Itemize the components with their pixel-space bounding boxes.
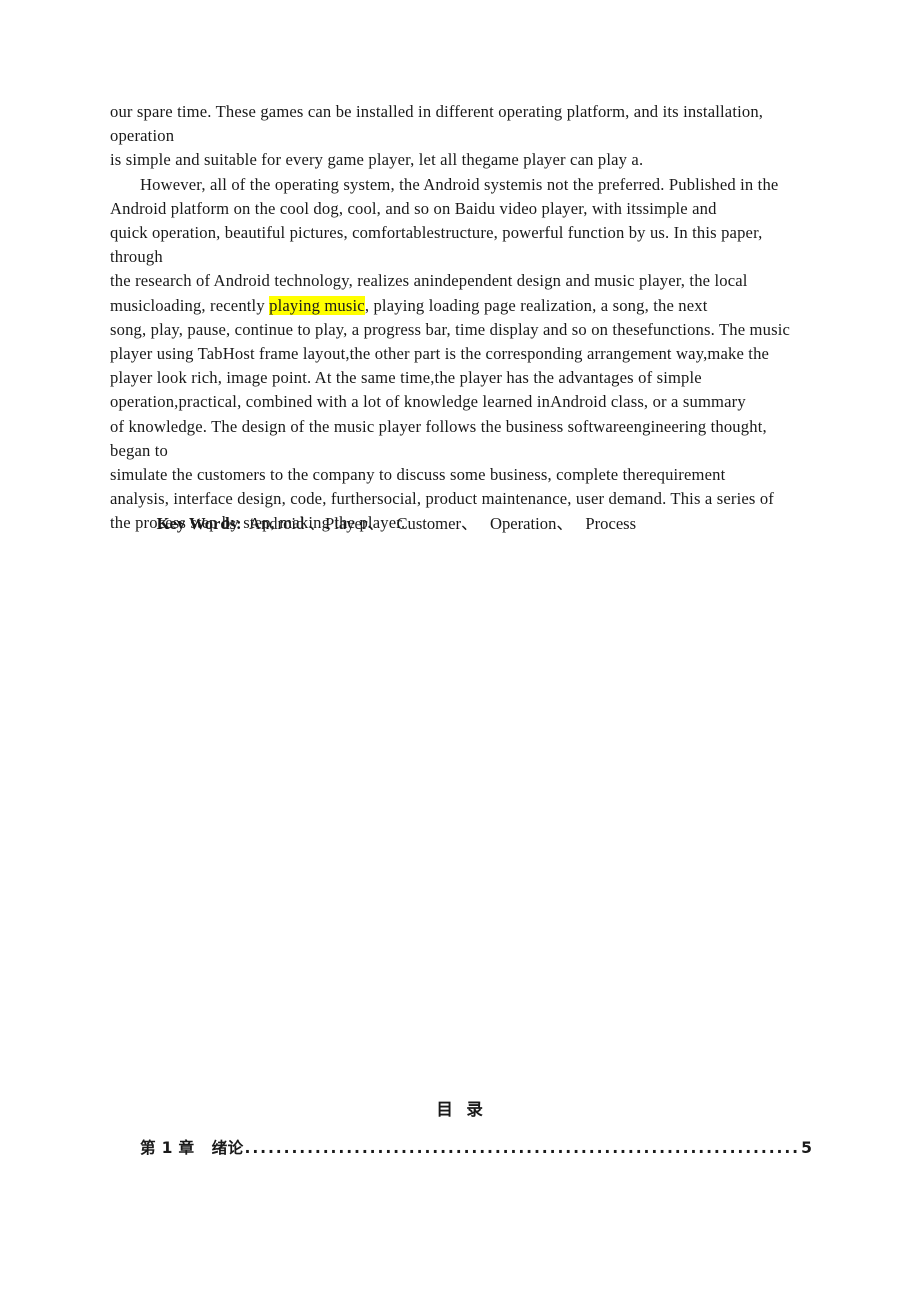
toc-entry-title: 第 1 章 绪论 — [140, 1139, 244, 1157]
abstract-line: is simple and suitable for every game pl… — [110, 148, 810, 172]
text-run: , playing loading page realization, a so… — [364, 295, 708, 315]
text-run: our spare time. These games can be insta… — [110, 102, 768, 146]
text-run: of knowledge. The design of the music pl… — [110, 416, 772, 460]
text-run: song, play, pause, continue to play, a p… — [110, 319, 791, 339]
toc-entry-page-number: 5 — [801, 1139, 812, 1157]
text-run: simulate the customers to the company to… — [110, 465, 726, 485]
toc-entry-chapter-1[interactable]: 第 1 章 绪论 ...............................… — [140, 1136, 812, 1158]
text-run: player using TabHost frame layout,the ot… — [110, 344, 770, 364]
abstract-line: of knowledge. The design of the music pl… — [110, 415, 810, 463]
text-run: quick operation, beautiful pictures, com… — [110, 223, 767, 267]
abstract-line: the research of Android technology, real… — [110, 269, 810, 293]
abstract-line: simulate the customers to the company to… — [110, 463, 810, 487]
text-run: However, all of the operating system, th… — [140, 174, 779, 194]
keywords-line: Key Words: Android 、Player、 Customer、 Op… — [140, 488, 637, 560]
toc-entry-leader-dots: ........................................… — [244, 1139, 801, 1157]
text-run: the research of Android technology, real… — [110, 271, 748, 291]
text-run: player look rich, image point. At the sa… — [110, 368, 702, 388]
text-run: operation,practical, combined with a lot… — [110, 392, 746, 412]
abstract-line: musicloading, recently playing music, pl… — [110, 294, 810, 318]
abstract-line: player using TabHost frame layout,the ot… — [110, 342, 810, 366]
abstract-body: our spare time. These games can be insta… — [110, 100, 810, 536]
abstract-line: However, all of the operating system, th… — [110, 173, 810, 197]
highlighted-text: playing music — [269, 295, 365, 315]
keywords-spacer — [242, 514, 249, 533]
abstract-line: Android platform on the cool dog, cool, … — [110, 197, 810, 221]
abstract-line: player look rich, image point. At the sa… — [110, 366, 810, 390]
keywords-label: Key Words: — [156, 514, 242, 533]
text-run: Android platform on the cool dog, cool, … — [110, 198, 717, 218]
abstract-line: quick operation, beautiful pictures, com… — [110, 221, 810, 269]
document-page: our spare time. These games can be insta… — [0, 0, 920, 1302]
toc-heading: 目 录 — [436, 1100, 484, 1119]
abstract-line: song, play, pause, continue to play, a p… — [110, 318, 810, 342]
text-run: is simple and suitable for every game pl… — [110, 150, 644, 170]
keywords-values: Android 、Player、 Customer、 Operation、 Pr… — [248, 514, 637, 533]
text-run: musicloading, recently — [110, 295, 270, 315]
abstract-line: our spare time. These games can be insta… — [110, 100, 810, 148]
abstract-line: operation,practical, combined with a lot… — [110, 390, 810, 414]
